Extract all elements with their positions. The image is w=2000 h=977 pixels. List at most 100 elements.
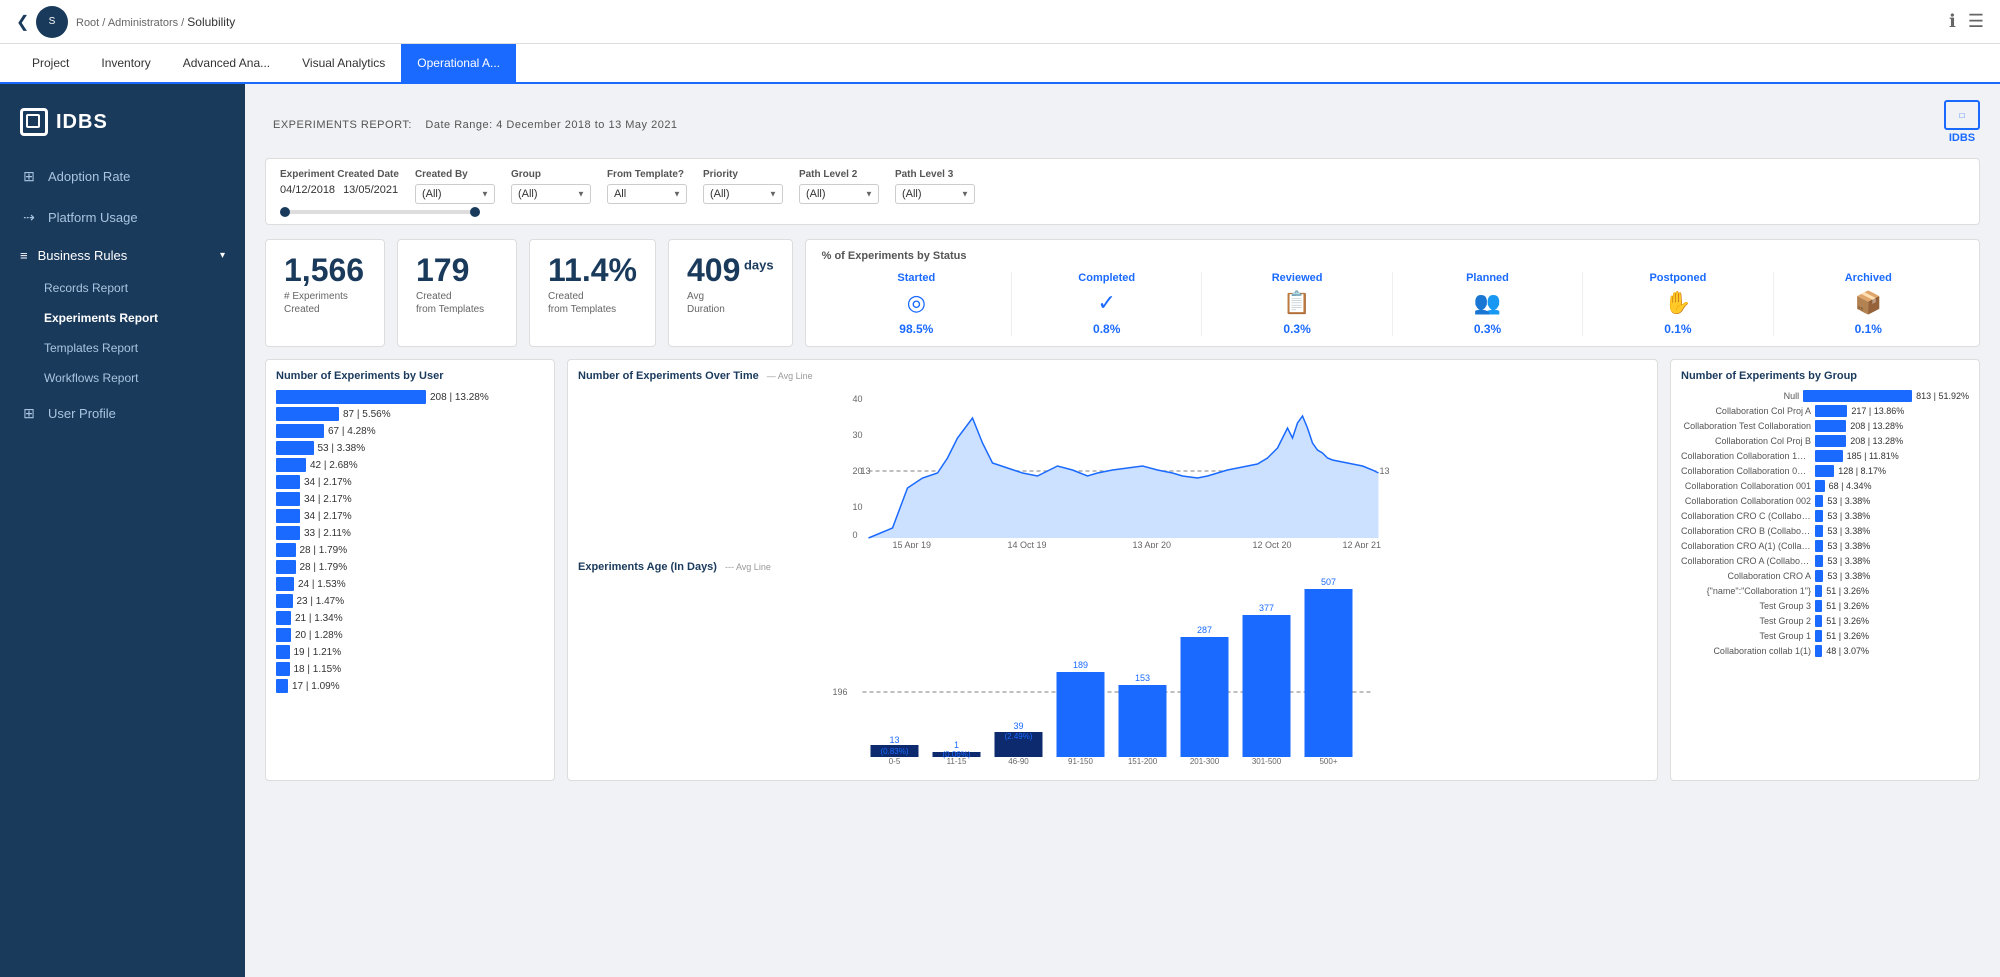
date-range-slider[interactable]	[280, 210, 1965, 214]
user-profile-icon: ⊞	[20, 405, 38, 422]
status-items: Started ◎ 98.5% Completed ✓ 0.8% Reviewe…	[822, 272, 1963, 336]
info-icon[interactable]: ℹ	[1949, 11, 1956, 32]
content-area: EXPERIMENTS REPORT: Date Range: 4 Decemb…	[245, 84, 2000, 977]
list-item: 67 | 4.28%	[276, 424, 544, 438]
svg-text:15 Apr 19: 15 Apr 19	[893, 540, 932, 548]
report-header: EXPERIMENTS REPORT: Date Range: 4 Decemb…	[265, 100, 1980, 144]
business-rules-icon: ≡	[20, 248, 28, 263]
time-chart-svg: 40 30 20 10 0 13 13	[578, 388, 1647, 548]
svg-text:201-300: 201-300	[1190, 757, 1220, 766]
list-item: Collaboration Col Proj B208 | 13.28%	[1681, 435, 1969, 447]
svg-text:377: 377	[1259, 603, 1274, 613]
status-started: Started ◎ 98.5%	[822, 272, 1012, 336]
sidebar-subitem-templates-report[interactable]: Templates Report	[0, 333, 245, 363]
svg-text:(12.07%): (12.07%)	[1064, 671, 1097, 680]
sidebar-item-business-rules[interactable]: ≡ Business Rules ▾	[0, 238, 245, 273]
list-item: 34 | 2.17%	[276, 492, 544, 506]
group-bars: Null813 | 51.92%Collaboration Col Proj A…	[1681, 390, 1969, 657]
list-item: Collaboration CRO A(1) (Collaborati...53…	[1681, 540, 1969, 552]
svg-text:30: 30	[853, 430, 863, 440]
list-item: Test Group 351 | 3.26%	[1681, 600, 1969, 612]
sidebar: IDBS ⊞ Adoption Rate ⇢ Platform Usage ≡ …	[0, 84, 245, 977]
priority-select[interactable]: (All)	[703, 184, 783, 204]
list-item: 23 | 1.47%	[276, 594, 544, 608]
sidebar-item-adoption-rate[interactable]: ⊞ Adoption Rate	[0, 156, 245, 197]
status-completed: Completed ✓ 0.8%	[1012, 272, 1202, 336]
svg-text:(32.38%): (32.38%)	[1312, 588, 1345, 597]
list-item: 17 | 1.09%	[276, 679, 544, 693]
sidebar-subitem-records-report[interactable]: Records Report	[0, 273, 245, 303]
stat-experiments-created: 1,566 # ExperimentsCreated	[265, 239, 385, 347]
list-item: 208 | 13.28%	[276, 390, 544, 404]
list-item: Collaboration CRO B (Collaborati...53 | …	[1681, 525, 1969, 537]
top-bar: ❮ S Root / Administrators / Solubility ℹ…	[0, 0, 2000, 44]
age-chart-svg: 196 13 (0.83%) 0-5 1 (0.06%)	[578, 577, 1647, 767]
business-rules-subitems: Records Report Experiments Report Templa…	[0, 273, 245, 393]
svg-text:(0.83%): (0.83%)	[880, 747, 908, 756]
age-chart-wrapper: 196 13 (0.83%) 0-5 1 (0.06%)	[578, 577, 1647, 770]
list-item: 34 | 2.17%	[276, 475, 544, 489]
list-item: Collaboration Collaboration 00168 | 4.34…	[1681, 480, 1969, 492]
app-logo: S Root / Administrators / Solubility	[36, 6, 235, 38]
svg-text:189: 189	[1073, 660, 1088, 670]
sidebar-item-platform-usage[interactable]: ⇢ Platform Usage	[0, 197, 245, 238]
list-item: 53 | 3.38%	[276, 441, 544, 455]
svg-text:0: 0	[853, 530, 858, 540]
svg-text:287: 287	[1197, 625, 1212, 635]
svg-text:13: 13	[1380, 466, 1390, 476]
path-level2-select[interactable]: (All)	[799, 184, 879, 204]
tab-operational-a[interactable]: Operational A...	[401, 44, 516, 82]
completed-icon: ✓	[1097, 290, 1115, 316]
group-select[interactable]: (All)	[511, 184, 591, 204]
postponed-icon: ✋	[1664, 290, 1691, 316]
planned-icon: 👥	[1474, 290, 1501, 316]
list-item: Test Group 251 | 3.26%	[1681, 615, 1969, 627]
stat-pct-from-templates: 11.4% Createdfrom Templates	[529, 239, 656, 347]
svg-text:(2.49%): (2.49%)	[1004, 732, 1032, 741]
logo-box-icon	[20, 108, 48, 136]
reviewed-icon: 📋	[1283, 290, 1310, 316]
filter-priority: Priority (All)	[703, 169, 783, 204]
filter-row: Experiment Created Date 04/12/2018 13/05…	[265, 158, 1980, 225]
list-item: 24 | 1.53%	[276, 577, 544, 591]
svg-text:301-500: 301-500	[1252, 757, 1282, 766]
status-archived: Archived 📦 0.1%	[1774, 272, 1963, 336]
sidebar-subitem-workflows-report[interactable]: Workflows Report	[0, 363, 245, 393]
chart-middle: Number of Experiments Over Time — Avg Li…	[567, 359, 1658, 781]
sidebar-subitem-experiments-report[interactable]: Experiments Report	[0, 303, 245, 333]
platform-usage-icon: ⇢	[20, 209, 38, 226]
svg-text:153: 153	[1135, 673, 1150, 683]
list-item: Collaboration collab 1(1)48 | 3.07%	[1681, 645, 1969, 657]
status-planned: Planned 👥 0.3%	[1393, 272, 1583, 336]
chart-by-group: Number of Experiments by Group Null813 |…	[1670, 359, 1980, 781]
logo-icon: S	[36, 6, 68, 38]
list-item: 18 | 1.15%	[276, 662, 544, 676]
filter-path-level3: Path Level 3 (All)	[895, 169, 975, 204]
list-item: 28 | 1.79%	[276, 543, 544, 557]
tab-advanced-ana[interactable]: Advanced Ana...	[167, 44, 286, 82]
svg-text:10: 10	[853, 502, 863, 512]
svg-text:1: 1	[954, 740, 959, 750]
sidebar-toggle[interactable]: ❮	[16, 0, 36, 44]
nav-tabs: Project Inventory Advanced Ana... Visual…	[0, 44, 2000, 84]
list-item: 19 | 1.21%	[276, 645, 544, 659]
list-item: 28 | 1.79%	[276, 560, 544, 574]
from-template-select[interactable]: All	[607, 184, 687, 204]
svg-text:13: 13	[889, 735, 899, 745]
svg-text:13 Apr 20: 13 Apr 20	[1133, 540, 1172, 548]
svg-text:12 Oct 20: 12 Oct 20	[1253, 540, 1292, 548]
path-level3-select[interactable]: (All)	[895, 184, 975, 204]
list-item: Collaboration CRO C (Collaborati...53 | …	[1681, 510, 1969, 522]
menu-icon[interactable]: ☰	[1968, 11, 1984, 32]
tab-inventory[interactable]: Inventory	[85, 44, 166, 82]
sidebar-item-user-profile[interactable]: ⊞ User Profile	[0, 393, 245, 434]
breadcrumb: Root / Administrators / Solubility	[76, 15, 235, 29]
tab-visual-analytics[interactable]: Visual Analytics	[286, 44, 401, 82]
list-item: 33 | 2.11%	[276, 526, 544, 540]
created-by-select[interactable]: (All)	[415, 184, 495, 204]
list-item: 21 | 1.34%	[276, 611, 544, 625]
tab-project[interactable]: Project	[16, 44, 85, 82]
filter-from-template: From Template? All	[607, 169, 687, 204]
list-item: 20 | 1.28%	[276, 628, 544, 642]
status-section: % of Experiments by Status Started ◎ 98.…	[805, 239, 1980, 347]
